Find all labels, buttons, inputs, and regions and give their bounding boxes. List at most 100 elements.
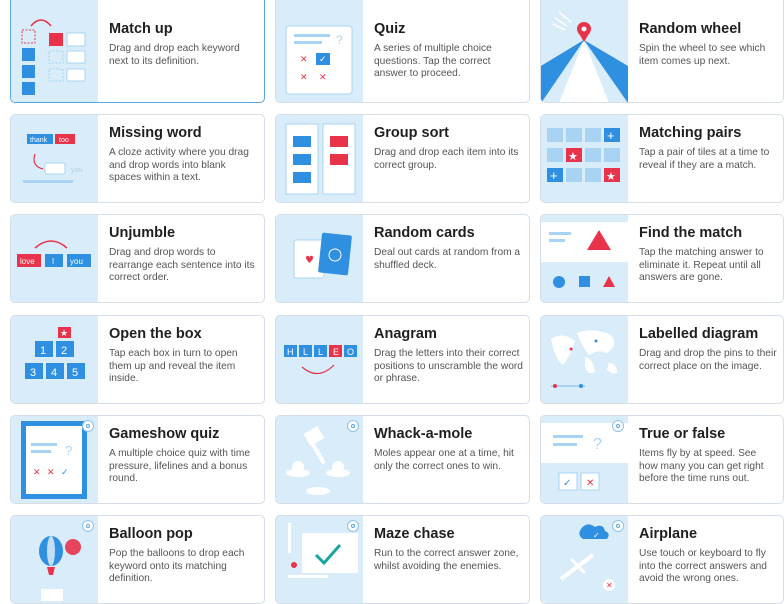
template-title: Matching pairs bbox=[639, 125, 742, 141]
template-text: Group sort Drag and drop each item into i… bbox=[374, 125, 523, 172]
template-title: True or false bbox=[639, 426, 726, 442]
svg-text:2: 2 bbox=[61, 345, 67, 357]
svg-text:L: L bbox=[303, 347, 308, 357]
svg-text:love: love bbox=[20, 257, 35, 266]
svg-text:✓: ✓ bbox=[563, 478, 571, 489]
svg-text:1: 1 bbox=[40, 345, 46, 357]
svg-text:4: 4 bbox=[51, 367, 57, 379]
template-card-match-up[interactable]: Match up Drag and drop each keyword next … bbox=[10, 0, 265, 103]
template-title: Open the box bbox=[109, 326, 202, 342]
svg-text:H: H bbox=[287, 347, 294, 357]
template-description: A series of multiple choice questions. T… bbox=[374, 43, 492, 80]
pro-badge-icon bbox=[82, 520, 94, 532]
template-title: Find the match bbox=[639, 225, 743, 241]
template-title: Whack-a-mole bbox=[374, 426, 473, 442]
svg-text:L: L bbox=[318, 347, 323, 357]
template-text: Anagram Drag the letters into their corre… bbox=[374, 326, 523, 386]
template-description: Tap the matching answer to eliminate it.… bbox=[639, 247, 764, 284]
svg-text:✓: ✓ bbox=[593, 531, 600, 540]
template-card-gameshow-quiz[interactable]: ? ✕ ✕ ✓ Gameshow quiz A multiple choice qu… bbox=[10, 415, 265, 504]
template-card-quiz[interactable]: ? ✕ ✓ ✕ ✕ Quiz A series of multiple choice… bbox=[275, 0, 530, 103]
template-card-whack-a-mole[interactable]: Whack-a-mole Moles appear one at a time, … bbox=[275, 415, 530, 504]
svg-text:✕: ✕ bbox=[319, 72, 327, 82]
svg-text:you: you bbox=[71, 167, 82, 174]
template-description: A multiple choice quiz with time pressur… bbox=[109, 448, 250, 485]
svg-text:✕: ✕ bbox=[33, 467, 41, 477]
template-card-group-sort[interactable]: Group sort Drag and drop each item into i… bbox=[275, 114, 530, 203]
template-card-balloon-pop[interactable]: Balloon pop Pop the balloons to drop each… bbox=[10, 515, 265, 604]
svg-text:★: ★ bbox=[606, 170, 616, 183]
template-title: Airplane bbox=[639, 526, 698, 542]
template-description: Use touch or keyboard to fly into the co… bbox=[639, 548, 767, 585]
svg-text:?: ? bbox=[593, 436, 602, 453]
svg-text:?: ? bbox=[336, 33, 343, 47]
template-description: Spin the wheel to see which item comes u… bbox=[639, 43, 766, 67]
template-title: Quiz bbox=[374, 21, 406, 37]
template-text: Match up Drag and drop each keyword next … bbox=[109, 21, 258, 68]
template-text: Quiz A series of multiple choice question… bbox=[374, 21, 523, 81]
template-text: Gameshow quiz A multiple choice quiz with… bbox=[109, 426, 258, 486]
template-description: Run to the correct answer zone, whilst a… bbox=[374, 548, 519, 572]
svg-text:E: E bbox=[333, 347, 339, 357]
template-card-labelled-diagram[interactable]: Labelled diagram Drag and drop the pins t… bbox=[540, 315, 784, 404]
template-title: Unjumble bbox=[109, 225, 176, 241]
template-text: Whack-a-mole Moles appear one at a time, … bbox=[374, 426, 523, 473]
svg-text:✕: ✕ bbox=[300, 72, 308, 82]
template-grid: Match up Drag and drop each keyword next … bbox=[0, 0, 784, 604]
template-text: Random cards Deal out cards at random fro… bbox=[374, 225, 523, 272]
random-wheel-icon bbox=[541, 0, 628, 102]
template-text: Matching pairs Tap a pair of tiles at a t… bbox=[639, 125, 777, 172]
template-card-matching-pairs[interactable]: + ★ + ★ Matching pairs Tap a pair of tiles… bbox=[540, 114, 784, 203]
template-text: Airplane Use touch or keyboard to fly int… bbox=[639, 526, 777, 586]
pro-badge-icon bbox=[347, 520, 359, 532]
template-card-unjumble[interactable]: love I you Unjumble Drag and drop words to… bbox=[10, 214, 265, 303]
template-description: Drag and drop words to rearrange each se… bbox=[109, 247, 255, 284]
svg-text:★: ★ bbox=[60, 329, 68, 339]
missing-word-icon: thank too you bbox=[11, 115, 98, 202]
template-card-true-or-false[interactable]: ? ✓ ✕ True or false Items fly by at speed.… bbox=[540, 415, 784, 504]
svg-text:✕: ✕ bbox=[47, 467, 55, 477]
template-description: Tap each box in turn to open them up and… bbox=[109, 348, 238, 385]
template-title: Match up bbox=[109, 21, 173, 37]
template-card-maze-chase[interactable]: Maze chase Run to the correct answer zone… bbox=[275, 515, 530, 604]
labelled-diagram-icon bbox=[541, 316, 628, 403]
template-title: Maze chase bbox=[374, 526, 455, 542]
template-text: Random wheel Spin the wheel to see which … bbox=[639, 21, 777, 68]
quiz-icon: ? ✕ ✓ ✕ ✕ bbox=[276, 0, 363, 102]
template-title: Group sort bbox=[374, 125, 449, 141]
template-text: Balloon pop Pop the balloons to drop each… bbox=[109, 526, 258, 586]
template-description: Drag and drop the pins to their correct … bbox=[639, 348, 777, 372]
template-description: Drag and drop each item into its correct… bbox=[374, 147, 519, 171]
pro-badge-icon bbox=[612, 420, 624, 432]
find-the-match-icon bbox=[541, 215, 628, 302]
svg-text:♥: ♥ bbox=[305, 255, 314, 266]
template-description: Tap a pair of tiles at a time to reveal … bbox=[639, 147, 770, 171]
pro-badge-icon bbox=[347, 420, 359, 432]
template-card-anagram[interactable]: H L L E O Anagram Drag the letters into t… bbox=[275, 315, 530, 404]
template-description: Pop the balloons to drop each keyword on… bbox=[109, 548, 245, 585]
template-title: Random wheel bbox=[639, 21, 742, 37]
template-card-random-cards[interactable]: ♥ Random cards Deal out cards at random f… bbox=[275, 214, 530, 303]
template-card-find-the-match[interactable]: Find the match Tap the matching answer to… bbox=[540, 214, 784, 303]
template-title: Missing word bbox=[109, 125, 202, 141]
match-up-icon bbox=[11, 0, 98, 102]
template-text: Open the box Tap each box in turn to open… bbox=[109, 326, 258, 386]
svg-text:★: ★ bbox=[568, 150, 578, 163]
template-card-random-wheel[interactable]: Random wheel Spin the wheel to see which … bbox=[540, 0, 784, 103]
template-description: Items fly by at speed. See how many you … bbox=[639, 448, 764, 485]
template-card-missing-word[interactable]: thank too you Missing word A cloze activi… bbox=[10, 114, 265, 203]
template-card-airplane[interactable]: ✓ ✕ Airplane Use touch or keyboard to fly … bbox=[540, 515, 784, 604]
svg-text:✕: ✕ bbox=[606, 581, 613, 590]
svg-text:5: 5 bbox=[72, 367, 78, 379]
template-description: A cloze activity where you drag and drop… bbox=[109, 147, 249, 184]
template-description: Deal out cards at random from a shuffled… bbox=[374, 247, 521, 271]
svg-text:I: I bbox=[52, 257, 54, 266]
svg-text:?: ? bbox=[65, 443, 72, 458]
template-card-open-the-box[interactable]: 1 2 ★ 3 4 5 Open the box Tap each box in t… bbox=[10, 315, 265, 404]
pro-badge-icon bbox=[82, 420, 94, 432]
svg-text:✕: ✕ bbox=[586, 478, 594, 489]
random-cards-icon: ♥ bbox=[276, 215, 363, 302]
svg-text:✓: ✓ bbox=[319, 55, 327, 65]
template-title: Balloon pop bbox=[109, 526, 193, 542]
template-text: True or false Items fly by at speed. See … bbox=[639, 426, 777, 486]
